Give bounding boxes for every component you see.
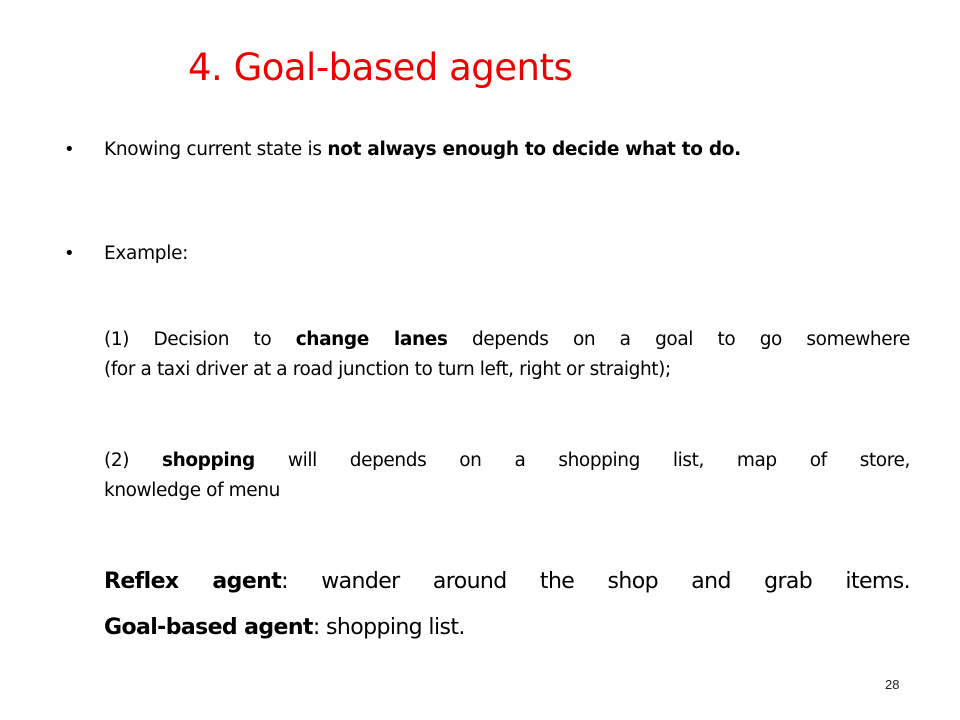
slide-title: 4. Goal-based agents: [188, 46, 573, 89]
page-number: 28: [885, 677, 900, 692]
bullet-dot-icon: •: [64, 243, 75, 264]
goal-based-agent-label: Goal-based agent: [104, 615, 313, 640]
example-2-line-1: (2) shopping will depends on a shopping …: [104, 450, 910, 471]
example-1-paragraph: (1) Decision to change lanes depends on …: [104, 325, 910, 385]
bullet-emphasis: not always enough to decide what to do.: [327, 139, 741, 160]
summary-goal-based-agent: Goal-based agent: shopping list.: [104, 615, 465, 640]
example-1-emphasis: change lanes: [295, 329, 448, 350]
example-2-emphasis: shopping: [161, 450, 255, 471]
example-1-line-1: (1) Decision to change lanes depends on …: [104, 329, 911, 350]
bullet-dot-icon: •: [64, 139, 75, 160]
summary-block: Reflex agent: wander around the shop and…: [104, 559, 911, 651]
example-1-line-2: (for a taxi driver at a road junction to…: [104, 359, 671, 380]
summary-reflex-agent: Reflex agent: wander around the shop and…: [104, 569, 911, 594]
example-2-paragraph: (2) shopping will depends on a shopping …: [104, 446, 910, 506]
example-2-line-2: knowledge of menu: [104, 480, 280, 501]
bullet-text: Example:: [104, 243, 189, 264]
bullet-text: Knowing current state is not always enou…: [104, 139, 741, 160]
reflex-agent-label: Reflex agent: [104, 569, 282, 594]
slide: 4. Goal-based agents • Knowing current s…: [0, 0, 960, 720]
